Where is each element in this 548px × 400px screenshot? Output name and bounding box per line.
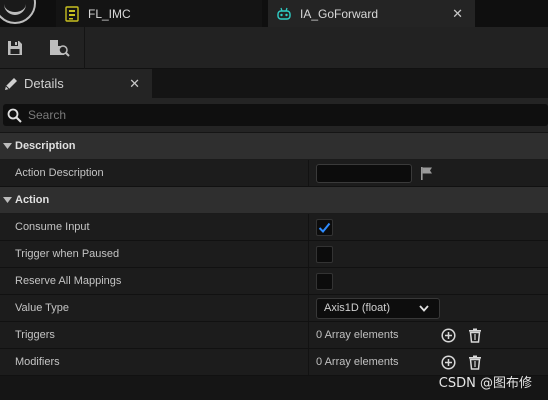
property-value: 0 Array elements [316,322,399,348]
property-name: Modifiers [15,356,60,368]
trigger-when-paused-checkbox[interactable] [316,245,333,263]
category-action[interactable]: Action [0,187,548,214]
browse-to-asset-icon [50,40,70,57]
property-row-value-type: Value Type Axis1D (float) [0,295,548,322]
tab-ia-goforward[interactable]: IA_GoForward ✕ [268,0,475,27]
category-description[interactable]: Description [0,133,548,160]
column-splitter[interactable] [308,214,309,240]
plus-circle-icon [440,327,456,343]
property-name: Reserve All Mappings [15,275,122,287]
tab-label: IA_GoForward [300,6,379,21]
watermark-text: CSDN @图布修 [438,376,532,391]
details-tab-label: Details [24,76,64,91]
tab-fl-imc[interactable]: FL_IMC [56,0,262,27]
input-action-icon [276,6,292,22]
tab-details[interactable]: Details ✕ [0,69,152,98]
save-icon [8,41,22,55]
input-mapping-context-icon [64,5,80,22]
trash-icon [469,355,481,370]
add-element-button[interactable] [440,354,456,370]
column-splitter[interactable] [308,322,309,348]
clear-elements-button[interactable] [467,354,483,370]
save-button[interactable] [3,36,27,60]
panel-tab-row: Details ✕ [0,69,548,98]
reserve-all-mappings-checkbox[interactable] [316,272,333,290]
unreal-logo-icon[interactable] [0,0,36,24]
column-splitter[interactable] [308,349,309,375]
pencil-icon [5,77,17,90]
property-row-reserve-all-mappings: Reserve All Mappings [0,268,548,295]
checkmark-icon [318,222,331,233]
action-description-input[interactable] [316,163,412,183]
property-value: Axis1D (float) [316,295,440,321]
column-splitter[interactable] [308,268,309,294]
value-type-dropdown[interactable]: Axis1D (float) [316,297,440,319]
array-count: 0 Array elements [316,329,399,341]
property-row-action-description: Action Description [0,160,548,187]
property-name: Action Description [15,167,104,179]
localization-flag-icon[interactable] [420,166,434,180]
property-name: Trigger when Paused [15,248,120,260]
dropdown-selected-value: Axis1D (float) [324,302,391,314]
property-grid: Description Action Description Action Co… [0,133,548,376]
property-value: 0 Array elements [316,349,399,375]
array-count: 0 Array elements [316,356,399,368]
add-element-button[interactable] [440,327,456,343]
browse-to-asset-button[interactable] [48,36,72,60]
property-row-triggers: Triggers 0 Array elements [0,322,548,349]
search-input[interactable] [28,108,528,122]
property-row-consume-input: Consume Input [0,214,548,241]
search-icon [7,108,22,123]
collapse-arrow-icon[interactable] [2,142,12,150]
plus-circle-icon [440,354,456,370]
column-splitter[interactable] [308,160,309,186]
property-name: Triggers [15,329,55,341]
document-tab-bar: FL_IMC IA_GoForward ✕ [0,0,548,27]
property-value [316,268,333,294]
property-name: Value Type [15,302,70,314]
search-row [0,98,548,132]
category-label: Action [15,194,50,206]
property-value [316,241,333,267]
consume-input-checkbox[interactable] [316,218,333,236]
trash-icon [469,328,481,343]
property-value [316,160,434,186]
property-name: Consume Input [15,221,90,233]
close-tab-icon[interactable]: ✕ [129,76,140,92]
property-row-trigger-when-paused: Trigger when Paused [0,241,548,268]
column-splitter[interactable] [308,295,309,321]
toolbar-separator [84,27,85,69]
chevron-down-icon [419,304,429,312]
clear-elements-button[interactable] [467,327,483,343]
asset-toolbar [0,27,548,69]
tab-label: FL_IMC [88,6,131,21]
collapse-arrow-icon[interactable] [2,196,12,204]
property-value [316,214,333,240]
column-splitter[interactable] [308,241,309,267]
search-box[interactable] [3,104,548,126]
close-tab-icon[interactable]: ✕ [452,6,463,22]
category-label: Description [15,140,76,152]
